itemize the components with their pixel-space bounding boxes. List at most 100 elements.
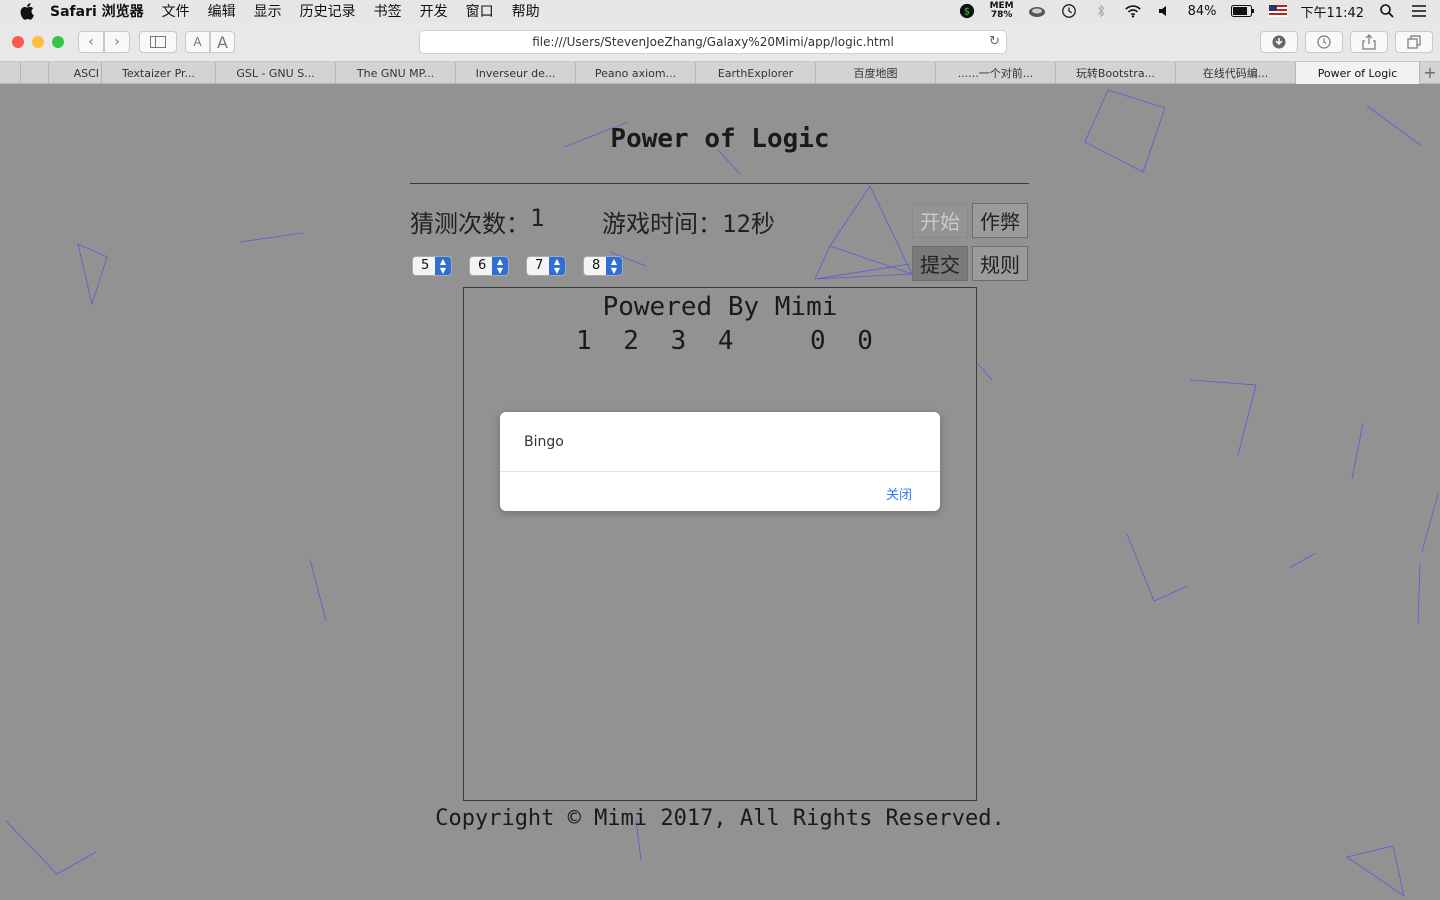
game-time-label: 游戏时间： [602, 210, 722, 238]
history-button[interactable] [1305, 31, 1343, 53]
dollar-app-icon[interactable]: $ [958, 3, 976, 19]
menu-app-name[interactable]: Safari 浏览器 [50, 1, 144, 21]
reload-icon[interactable]: ↻ [989, 34, 1000, 49]
battery-percent: 84% [1187, 3, 1217, 19]
share-icon [1362, 34, 1376, 50]
select-value: 8 [592, 258, 601, 273]
digit-select-2[interactable]: 6 ▲ ▼ [469, 256, 509, 276]
start-button[interactable]: 开始 [912, 203, 968, 238]
tab[interactable]: ......一个对前... [936, 62, 1056, 84]
select-value: 6 [478, 258, 487, 273]
battery-icon[interactable] [1230, 5, 1255, 17]
game-time-value: 12秒 [722, 210, 775, 238]
chevron-left-icon: ‹ [88, 34, 94, 50]
guess-digits: 1 2 3 4 [576, 326, 742, 356]
dialog-close-button[interactable]: 关闭 [886, 484, 912, 503]
game-stats: 猜测次数： 1 游戏时间： 12秒 [410, 204, 775, 239]
download-icon [1272, 35, 1286, 49]
notification-center-icon[interactable] [1410, 3, 1428, 19]
chevron-updown-icon: ▲ ▼ [549, 257, 565, 275]
menu-develop[interactable]: 开发 [420, 1, 448, 21]
volume-icon[interactable] [1156, 3, 1174, 19]
board-title: Powered By Mimi [602, 292, 838, 322]
pinned-tab[interactable] [0, 62, 21, 84]
tab[interactable]: EarthExplorer [696, 62, 816, 84]
menu-view[interactable]: 显示 [254, 1, 282, 21]
submit-button[interactable]: 提交 [912, 246, 968, 281]
text-smaller-button[interactable]: A [185, 31, 210, 53]
tab[interactable]: Peano axiom... [576, 62, 696, 84]
select-value: 5 [421, 258, 430, 273]
wifi-icon[interactable] [1124, 3, 1142, 19]
dialog-message: Bingo [524, 434, 564, 450]
close-window-button[interactable] [12, 36, 24, 48]
share-button[interactable] [1350, 31, 1388, 53]
cloud-drive-icon[interactable] [1028, 3, 1046, 19]
rules-button[interactable]: 规则 [972, 246, 1028, 281]
tab[interactable]: 在线代码编... [1176, 62, 1296, 84]
cheat-button[interactable]: 作弊 [972, 203, 1028, 238]
guess-result: 0 0 [810, 326, 881, 356]
title-divider [410, 183, 1029, 184]
status-area: $ MEM 78% 84% 下午11:42 [958, 0, 1428, 22]
bluetooth-icon[interactable] [1092, 3, 1110, 19]
zoom-window-button[interactable] [52, 36, 64, 48]
minimize-window-button[interactable] [32, 36, 44, 48]
page-title: Power of Logic [610, 124, 830, 154]
url-text: file:///Users/StevenJoeZhang/Galaxy%20Mi… [532, 35, 894, 49]
menu-window[interactable]: 窗口 [466, 1, 494, 21]
tab-bar: ASCI Textaizer Pr... GSL - GNU S... The … [0, 62, 1440, 84]
sidebar-toggle-button[interactable] [139, 31, 177, 53]
menu-history[interactable]: 历史记录 [300, 1, 356, 21]
small-a-icon: A [193, 35, 202, 49]
text-bigger-button[interactable]: A [210, 31, 235, 53]
select-value: 7 [535, 258, 544, 273]
menu-help[interactable]: 帮助 [512, 1, 540, 21]
apple-icon[interactable] [18, 1, 38, 21]
new-tab-button[interactable]: + [1420, 62, 1440, 83]
forward-button[interactable]: › [104, 31, 130, 53]
spotlight-search-icon[interactable] [1378, 3, 1396, 19]
browser-toolbar: ‹ › A A file:///Users/StevenJoeZhang/Gal… [0, 22, 1440, 62]
large-a-icon: A [217, 32, 228, 52]
clock-icon [1317, 35, 1331, 49]
chevron-updown-icon: ▲ ▼ [606, 257, 622, 275]
macos-menubar: Safari 浏览器 文件 编辑 显示 历史记录 书签 开发 窗口 帮助 $ M… [0, 0, 1440, 22]
time-machine-icon[interactable] [1060, 3, 1078, 19]
digit-select-1[interactable]: 5 ▲ ▼ [412, 256, 452, 276]
game-board: Powered By Mimi 1 2 3 4 0 0 [463, 287, 977, 801]
alert-dialog: Bingo 关闭 [500, 412, 940, 511]
chevron-updown-icon: ▲ ▼ [492, 257, 508, 275]
us-flag-icon[interactable] [1268, 5, 1287, 17]
guess-count-label: 猜测次数： [410, 210, 530, 238]
digit-select-3[interactable]: 7 ▲ ▼ [526, 256, 566, 276]
svg-text:$: $ [963, 7, 969, 18]
memory-monitor[interactable]: MEM 78% [990, 2, 1014, 20]
digit-select-4[interactable]: 8 ▲ ▼ [583, 256, 623, 276]
tab[interactable]: Inverseur de... [456, 62, 576, 84]
tab[interactable]: The GNU MP... [336, 62, 456, 84]
digit-selectors: 5 ▲ ▼ 6 ▲ ▼ 7 ▲ ▼ 8 ▲ ▼ [412, 256, 623, 276]
address-bar[interactable]: file:///Users/StevenJoeZhang/Galaxy%20Mi… [419, 30, 1007, 54]
guess-count-value: 1 [530, 204, 545, 232]
tab-active[interactable]: Power of Logic [1296, 62, 1420, 84]
menu-edit[interactable]: 编辑 [208, 1, 236, 21]
chevron-right-icon: › [114, 34, 120, 50]
menubar-clock[interactable]: 下午11:42 [1301, 2, 1364, 21]
tab[interactable]: Textaizer Pr... [102, 62, 216, 84]
back-button[interactable]: ‹ [78, 31, 104, 53]
mem-value: 78% [990, 10, 1013, 20]
copyright-footer: Copyright © Mimi 2017, All Rights Reserv… [435, 806, 1005, 831]
tab[interactable]: 玩转Bootstra... [1056, 62, 1176, 84]
tab[interactable]: ASCI [49, 62, 102, 84]
tab[interactable]: GSL - GNU S... [216, 62, 336, 84]
dialog-divider [500, 471, 940, 472]
menu-file[interactable]: 文件 [162, 1, 190, 21]
menu-bookmarks[interactable]: 书签 [374, 1, 402, 21]
pinned-tab[interactable] [21, 62, 49, 84]
downloads-button[interactable] [1260, 31, 1298, 53]
tab-overview-button[interactable] [1395, 31, 1433, 53]
plus-icon: + [1423, 63, 1437, 82]
tab[interactable]: 百度地图 [816, 62, 936, 84]
chevron-updown-icon: ▲ ▼ [435, 257, 451, 275]
